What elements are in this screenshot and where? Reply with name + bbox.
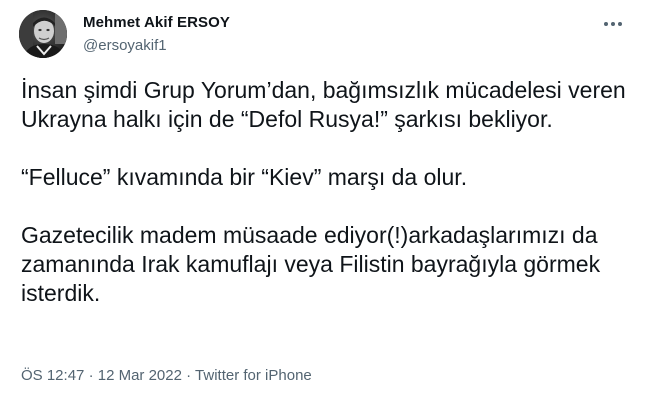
more-horizontal-icon xyxy=(604,22,622,26)
tweet-time: ÖS 12:47 xyxy=(21,367,85,384)
tweet-metadata: ÖS 12:47 · 12 Mar 2022 · Twitter for iPh… xyxy=(21,367,312,384)
tweet-source-link[interactable]: Twitter for iPhone xyxy=(195,367,312,384)
avatar[interactable] xyxy=(19,10,67,58)
author-handle[interactable]: @ersoyakif1 xyxy=(83,37,167,54)
tweet-text: İnsan şimdi Grup Yorum’dan, bağımsızlık … xyxy=(21,76,631,308)
tweet-date: 12 Mar 2022 xyxy=(97,367,182,384)
author-display-name[interactable]: Mehmet Akif ERSOY xyxy=(83,14,230,31)
profile-photo-icon xyxy=(19,10,67,58)
more-options-button[interactable] xyxy=(598,12,628,36)
tweet-paragraph-3: Gazetecilik madem müsaade ediyor(!)arkad… xyxy=(21,222,601,306)
tweet-paragraph-2: “Felluce” kıvamında bir “Kiev” marşı da … xyxy=(21,164,468,190)
meta-separator: · xyxy=(88,367,94,384)
tweet-timestamp-link[interactable]: ÖS 12:47 · 12 Mar 2022 xyxy=(21,367,182,384)
tweet-paragraph-1: İnsan şimdi Grup Yorum’dan, bağımsızlık … xyxy=(21,77,626,132)
meta-separator: · xyxy=(186,367,192,384)
tweet-card: Mehmet Akif ERSOY @ersoyakif1 İnsan şimd… xyxy=(0,0,650,403)
